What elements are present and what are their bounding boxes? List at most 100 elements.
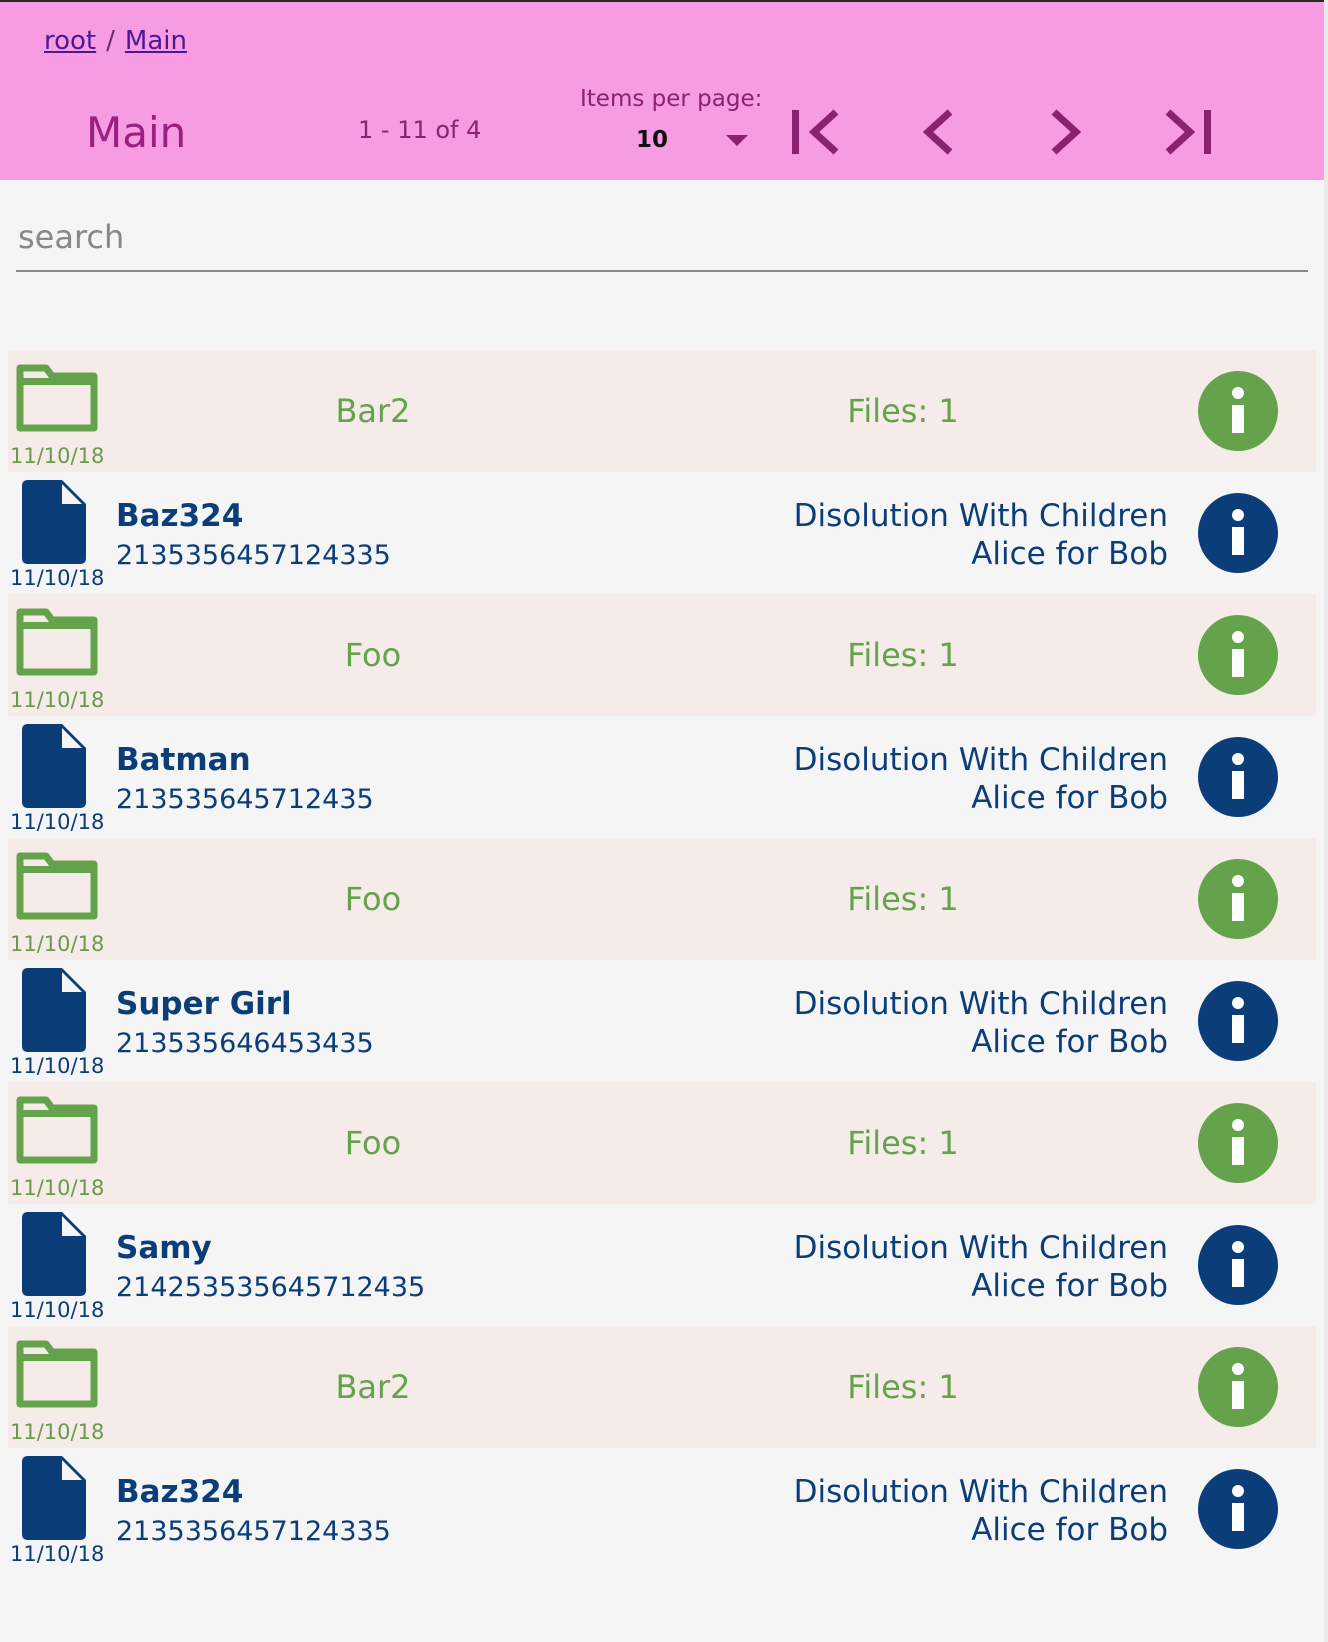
next-page-button[interactable] <box>1032 106 1096 162</box>
info-button[interactable] <box>1198 371 1278 451</box>
items-per-page-value: 10 <box>636 127 669 153</box>
first-page-icon <box>792 109 839 155</box>
file-parties: Alice for Bob <box>971 1268 1168 1304</box>
document-icon <box>22 480 86 564</box>
info-button[interactable] <box>1198 1469 1278 1549</box>
info-icon <box>1198 1119 1278 1187</box>
file-number: 213535646453435 <box>116 1028 374 1059</box>
items-per-page-label: Items per page: <box>580 86 763 112</box>
file-case-type: Disolution With Children <box>793 498 1168 534</box>
item-list: 11/10/18 Bar2 Files: 1 11/10/18 Baz324 213535… <box>8 350 1316 1570</box>
file-name: Baz324 <box>116 498 244 534</box>
breadcrumb-separator: / <box>106 26 115 56</box>
info-icon <box>1198 875 1278 943</box>
file-case-type: Disolution With Children <box>793 986 1168 1022</box>
file-row[interactable]: 11/10/18 Samy 214253535645712435 Disolution… <box>8 1204 1316 1326</box>
search-field <box>16 208 1312 272</box>
file-parties: Alice for Bob <box>971 536 1168 572</box>
last-page-icon <box>1165 109 1211 155</box>
info-icon <box>1198 1241 1278 1309</box>
breadcrumb-root-link[interactable]: root <box>44 26 96 56</box>
info-button[interactable] <box>1198 981 1278 1061</box>
item-date: 11/10/18 <box>10 1542 105 1566</box>
folder-file-count: Files: 1 <box>847 392 959 430</box>
item-date: 11/10/18 <box>10 1054 105 1078</box>
search-input[interactable] <box>16 208 1312 266</box>
file-number: 2135356457124335 <box>116 1516 391 1547</box>
file-parties: Alice for Bob <box>971 1024 1168 1060</box>
folder-icon <box>16 608 98 676</box>
document-icon <box>22 968 86 1052</box>
folder-row[interactable]: 11/10/18 Bar2 Files: 1 <box>8 350 1316 472</box>
file-name: Samy <box>116 1230 212 1266</box>
info-icon <box>1198 387 1278 455</box>
info-icon <box>1198 753 1278 821</box>
info-button[interactable] <box>1198 1103 1278 1183</box>
file-row[interactable]: 11/10/18 Batman 213535645712435 Disolution … <box>8 716 1316 838</box>
document-icon <box>22 1456 86 1540</box>
file-row[interactable]: 11/10/18 Baz324 2135356457124335 Disolution… <box>8 472 1316 594</box>
file-parties: Alice for Bob <box>971 1512 1168 1548</box>
folder-icon <box>16 852 98 920</box>
info-button[interactable] <box>1198 1225 1278 1305</box>
folder-icon <box>16 1340 98 1408</box>
first-page-button[interactable] <box>784 106 848 162</box>
folder-name: Foo <box>344 636 402 674</box>
info-icon <box>1198 1363 1278 1431</box>
folder-row[interactable]: 11/10/18 Foo Files: 1 <box>8 1082 1316 1204</box>
folder-name: Foo <box>344 1124 402 1162</box>
folder-row[interactable]: 11/10/18 Foo Files: 1 <box>8 594 1316 716</box>
info-button[interactable] <box>1198 493 1278 573</box>
breadcrumb: root / Main <box>44 26 187 56</box>
chevron-right-icon <box>1051 109 1082 155</box>
folder-file-count: Files: 1 <box>847 1124 959 1162</box>
pagination-range: 1 - 11 of 4 <box>358 116 482 144</box>
info-icon <box>1198 631 1278 699</box>
info-button[interactable] <box>1198 1347 1278 1427</box>
file-name: Batman <box>116 742 251 778</box>
info-button[interactable] <box>1198 737 1278 817</box>
document-icon <box>22 1212 86 1296</box>
item-date: 11/10/18 <box>10 1176 105 1200</box>
chevron-left-icon <box>922 109 953 155</box>
folder-icon <box>16 364 98 432</box>
item-date: 11/10/18 <box>10 688 105 712</box>
file-row[interactable]: 11/10/18 Baz324 2135356457124335 Disolution… <box>8 1448 1316 1570</box>
item-date: 11/10/18 <box>10 1420 105 1444</box>
item-date: 11/10/18 <box>10 566 105 590</box>
info-button[interactable] <box>1198 859 1278 939</box>
file-parties: Alice for Bob <box>971 780 1168 816</box>
folder-name: Bar2 <box>335 1368 411 1406</box>
info-icon <box>1198 1485 1278 1553</box>
last-page-button[interactable] <box>1156 106 1220 162</box>
folder-name: Bar2 <box>335 392 411 430</box>
folder-file-count: Files: 1 <box>847 636 959 674</box>
file-number: 213535645712435 <box>116 784 374 815</box>
file-number: 2135356457124335 <box>116 540 391 571</box>
info-icon <box>1198 997 1278 1065</box>
folder-row[interactable]: 11/10/18 Bar2 Files: 1 <box>8 1326 1316 1448</box>
info-icon <box>1198 509 1278 577</box>
item-date: 11/10/18 <box>10 1298 105 1322</box>
folder-file-count: Files: 1 <box>847 1368 959 1406</box>
item-date: 11/10/18 <box>10 444 105 468</box>
scrollbar-track[interactable] <box>1324 0 1328 1642</box>
folder-name: Foo <box>344 880 402 918</box>
file-case-type: Disolution With Children <box>793 1474 1168 1510</box>
file-name: Super Girl <box>116 986 292 1022</box>
items-per-page-select[interactable]: 10 <box>636 127 754 161</box>
page-title: Main <box>86 108 187 157</box>
info-button[interactable] <box>1198 615 1278 695</box>
folder-icon <box>16 1096 98 1164</box>
previous-page-button[interactable] <box>908 106 972 162</box>
item-date: 11/10/18 <box>10 810 105 834</box>
file-number: 214253535645712435 <box>116 1272 426 1303</box>
file-name: Baz324 <box>116 1474 244 1510</box>
folder-row[interactable]: 11/10/18 Foo Files: 1 <box>8 838 1316 960</box>
toolbar: root / Main Main 1 - 11 of 4 Items per pag… <box>0 2 1324 180</box>
breadcrumb-current-link[interactable]: Main <box>125 26 187 56</box>
document-icon <box>22 724 86 808</box>
file-row[interactable]: 11/10/18 Super Girl 213535646453435 Disolut… <box>8 960 1316 1082</box>
caret-down-icon <box>726 135 748 146</box>
folder-file-count: Files: 1 <box>847 880 959 918</box>
